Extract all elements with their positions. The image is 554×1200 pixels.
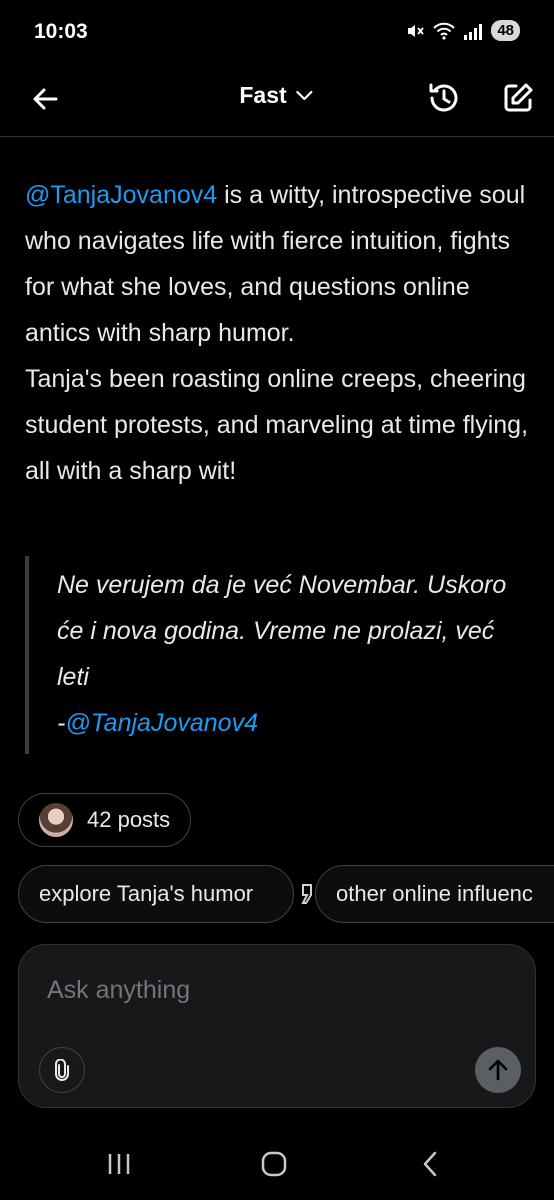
paperclip-icon: [55, 1059, 69, 1081]
posts-count: 42 posts: [87, 807, 171, 832]
chevron-left-icon: [423, 1151, 437, 1177]
user-mention-link[interactable]: @TanjaJovanov4: [25, 181, 217, 209]
suggestion-chip[interactable]: explore Tanja's humor: [18, 865, 294, 923]
status-bar: 10:03 48: [0, 0, 554, 64]
status-icons: 48: [405, 20, 520, 41]
compose-button[interactable]: [498, 78, 538, 118]
posts-chip[interactable]: 42 posts: [18, 793, 192, 847]
attach-button[interactable]: [39, 1047, 85, 1093]
history-button[interactable]: [424, 78, 464, 118]
quote-icon: [299, 877, 315, 911]
quote-body: Ne verujem da je već Novembar. Uskoro će…: [57, 571, 507, 691]
home-button[interactable]: [252, 1144, 296, 1184]
header: Fast: [0, 64, 554, 137]
recents-button[interactable]: [97, 1144, 141, 1184]
wifi-icon: [433, 21, 456, 41]
response-paragraph-2: Tanja's been roasting online creeps, che…: [25, 365, 529, 485]
assistant-response: @TanjaJovanov4 is a witty, introspective…: [25, 172, 540, 494]
status-time: 10:03: [34, 20, 88, 43]
system-back-button[interactable]: [408, 1144, 452, 1184]
quote-block: Ne verujem da je već Novembar. Uskoro će…: [25, 556, 544, 754]
recents-icon: [108, 1154, 130, 1174]
composer: [18, 944, 536, 1108]
model-selector[interactable]: Fast: [239, 82, 314, 109]
battery-indicator: 48: [491, 20, 520, 41]
quote-attribution-mention[interactable]: @TanjaJovanov4: [65, 709, 258, 737]
suggestion-chip[interactable]: other online influenc: [315, 865, 554, 923]
home-icon: [261, 1151, 287, 1177]
response-paragraph-1: @TanjaJovanov4 is a witty, introspective…: [25, 172, 540, 356]
history-icon: [429, 83, 458, 112]
mute-icon: [405, 21, 425, 41]
signal-icon: [463, 22, 483, 40]
model-title: Fast: [239, 82, 287, 108]
ask-input[interactable]: [45, 975, 509, 1006]
system-nav-bar: [0, 1130, 554, 1200]
send-button[interactable]: [475, 1047, 521, 1093]
suggestion-chips: explore Tanja's humor other online influ…: [18, 865, 554, 925]
avatar: [39, 803, 73, 837]
chevron-down-icon: [296, 90, 313, 100]
back-button[interactable]: [26, 80, 64, 118]
quote-text: Ne verujem da je već Novembar. Uskoro će…: [57, 562, 527, 746]
compose-icon: [504, 83, 533, 112]
back-arrow-icon: [33, 88, 58, 110]
arrow-up-icon: [488, 1059, 508, 1081]
